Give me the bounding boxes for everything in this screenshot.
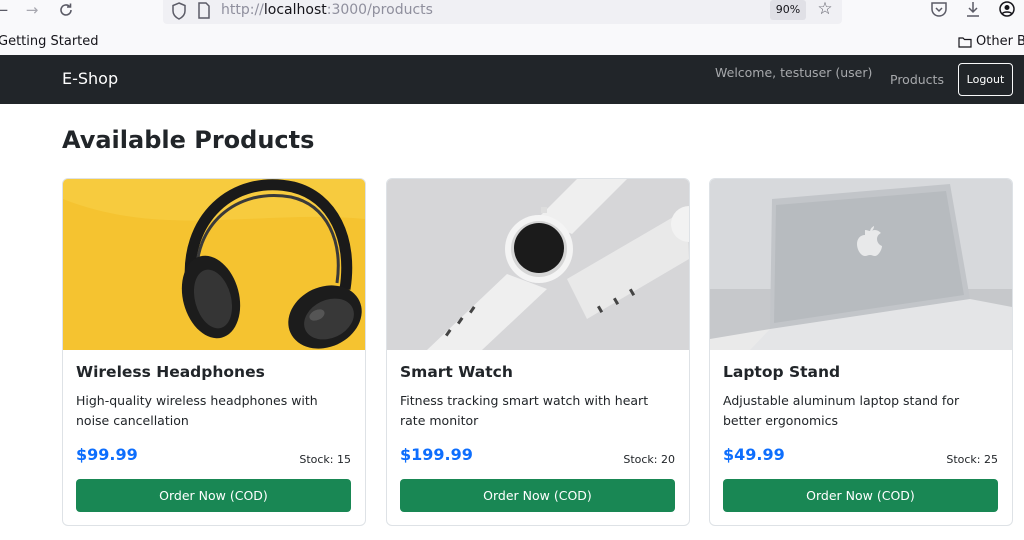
browser-toolbar: ← → http://localhost:3000/products 90% ☆	[0, 0, 1024, 30]
star-icon[interactable]: ☆	[815, 0, 835, 19]
arrow-left-icon[interactable]: ←	[0, 0, 14, 20]
product-stock: Stock: 25	[946, 453, 998, 466]
page-title: Available Products	[62, 126, 315, 154]
product-price: $199.99	[400, 445, 473, 464]
product-image-headphones	[63, 179, 365, 350]
download-icon[interactable]	[962, 0, 984, 20]
product-image-laptop	[710, 179, 1012, 350]
account-icon[interactable]	[996, 0, 1018, 20]
bookmark-getting-started[interactable]: Getting Started	[0, 34, 99, 49]
reload-icon[interactable]	[54, 0, 78, 20]
product-card: Wireless Headphones High-quality wireles…	[62, 178, 366, 526]
arrow-right-icon[interactable]: →	[20, 0, 44, 20]
product-price: $99.99	[76, 445, 138, 464]
product-card: Smart Watch Fitness tracking smart watch…	[386, 178, 690, 526]
product-description: High-quality wireless headphones with no…	[76, 393, 318, 428]
bookmark-other[interactable]: Other B	[958, 34, 1024, 49]
product-name: Laptop Stand	[723, 363, 841, 381]
product-stock: Stock: 15	[299, 453, 351, 466]
bookmark-other-label: Other B	[976, 34, 1024, 49]
order-button[interactable]: Order Now (COD)	[400, 479, 675, 512]
welcome-text: Welcome, testuser (user)	[715, 65, 873, 80]
folder-icon	[958, 36, 972, 48]
product-name: Wireless Headphones	[76, 363, 265, 381]
shield-icon[interactable]	[171, 2, 187, 20]
page-icon[interactable]	[197, 2, 211, 19]
nav-products-link[interactable]: Products	[890, 72, 944, 87]
url-bar[interactable]: http://localhost:3000/products 90% ☆	[163, 0, 842, 24]
url-text[interactable]: http://localhost:3000/products	[221, 1, 433, 19]
product-card: Laptop Stand Adjustable aluminum laptop …	[709, 178, 1013, 526]
logout-button[interactable]: Logout	[958, 63, 1013, 96]
zoom-indicator[interactable]: 90%	[770, 0, 806, 20]
app-navbar: E-Shop Welcome, testuser (user) Products…	[0, 55, 1024, 104]
product-price: $49.99	[723, 445, 785, 464]
product-image-smartwatch	[387, 179, 689, 350]
brand-link[interactable]: E-Shop	[62, 69, 118, 88]
bookmarks-bar: Getting Started Other B	[0, 30, 1024, 55]
product-description: Fitness tracking smart watch with heart …	[400, 393, 649, 428]
product-description: Adjustable aluminum laptop stand for bet…	[723, 393, 960, 428]
order-button[interactable]: Order Now (COD)	[723, 479, 998, 512]
order-button[interactable]: Order Now (COD)	[76, 479, 351, 512]
pocket-icon[interactable]	[928, 0, 950, 20]
product-stock: Stock: 20	[623, 453, 675, 466]
product-name: Smart Watch	[400, 363, 513, 381]
